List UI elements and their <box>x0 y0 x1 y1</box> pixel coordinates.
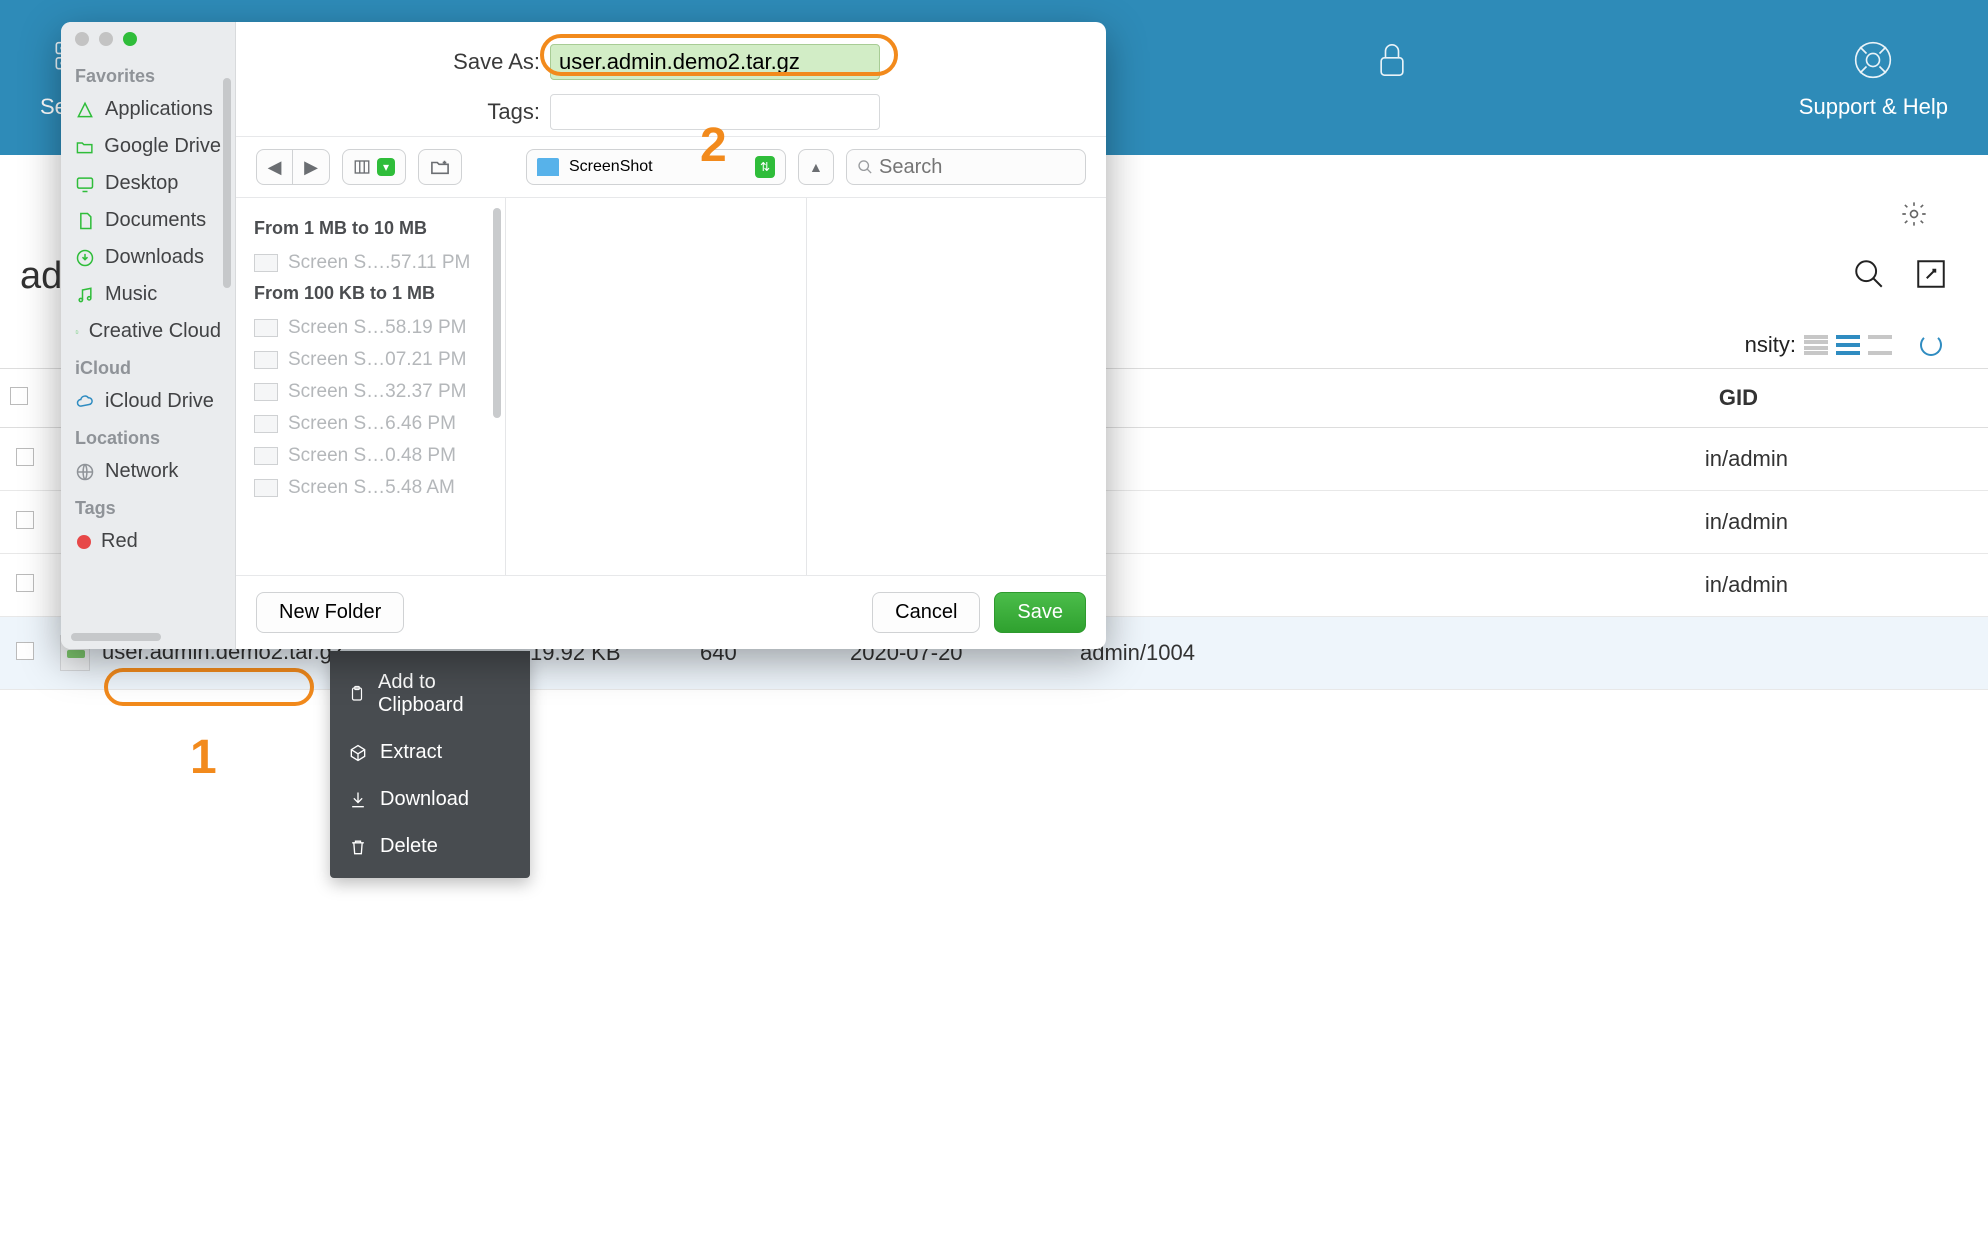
file-thumb-icon <box>254 383 278 401</box>
file-thumb-icon <box>254 254 278 272</box>
save-dialog: Favorites Applications Google Drive Desk… <box>61 22 1106 649</box>
reload-icon[interactable] <box>1920 334 1942 356</box>
sidebar-horizontal-scrollbar[interactable] <box>71 633 161 641</box>
nav-forward-button[interactable]: ▶ <box>293 150 329 184</box>
file-item[interactable]: Screen S…6.46 PM <box>236 408 505 440</box>
sidebar-item-icloud-drive[interactable]: iCloud Drive <box>61 383 235 420</box>
file-browser-columns: From 1 MB to 10 MB Screen S….57.11 PM Fr… <box>236 198 1106 575</box>
nav-back-forward: ◀ ▶ <box>256 149 330 185</box>
chevron-down-icon: ▾ <box>377 158 395 176</box>
context-menu: Add to Clipboard Extract Download Delete <box>330 651 530 878</box>
file-column-2[interactable] <box>506 198 807 575</box>
file-item[interactable]: Screen S…32.37 PM <box>236 376 505 408</box>
save-dialog-toolbar: ◀ ▶ ▾ ScreenShot ⇅ ▲ <box>236 136 1106 198</box>
file-thumb-icon <box>254 415 278 433</box>
menu-download[interactable]: Download <box>330 776 530 823</box>
save-as-label: Save As: <box>260 49 550 75</box>
cell-uidgid: admin/1004 <box>1070 617 1988 690</box>
file-item[interactable]: Screen S….57.11 PM <box>236 247 505 279</box>
location-name: ScreenShot <box>569 158 653 176</box>
columns-view-icon <box>353 158 371 176</box>
density-label: nsity: <box>1745 332 1796 358</box>
sidebar-item-music[interactable]: Music <box>61 276 235 313</box>
density-medium-button[interactable] <box>1836 335 1860 355</box>
nav-back-button[interactable]: ◀ <box>257 150 293 184</box>
sidebar-section-icloud: iCloud <box>61 350 235 383</box>
tag-dot-red-icon <box>77 535 91 549</box>
page-title: ad <box>20 255 62 298</box>
save-button[interactable]: Save <box>994 592 1086 633</box>
save-dialog-main: Save As: Tags: 2 ◀ ▶ ▾ <box>236 22 1106 649</box>
sidebar-section-locations: Locations <box>61 420 235 453</box>
file-column-1[interactable]: From 1 MB to 10 MB Screen S….57.11 PM Fr… <box>236 198 506 575</box>
search-input[interactable] <box>879 156 1075 179</box>
location-dropdown[interactable]: ScreenShot ⇅ <box>526 149 786 185</box>
sidebar-item-google-drive[interactable]: Google Drive <box>61 128 235 165</box>
menu-extract[interactable]: Extract <box>330 729 530 776</box>
sidebar-item-tag-red[interactable]: Red <box>61 523 235 560</box>
new-folder-icon-button[interactable] <box>418 149 462 185</box>
save-dialog-footer: New Folder Cancel Save <box>236 575 1106 649</box>
sidebar-item-applications[interactable]: Applications <box>61 91 235 128</box>
menu-add-to-clipboard[interactable]: Add to Clipboard <box>330 659 530 729</box>
file-item[interactable]: Screen S…5.48 AM <box>236 472 505 504</box>
view-mode-toggle[interactable]: ▾ <box>342 149 406 185</box>
window-traffic-lights <box>61 22 235 58</box>
nav-support-label: Support & Help <box>1799 94 1948 120</box>
file-thumb-icon <box>254 319 278 337</box>
folder-plus-icon <box>429 158 451 176</box>
file-group-header: From 1 MB to 10 MB <box>236 214 505 247</box>
window-minimize-icon[interactable] <box>99 32 113 46</box>
density-large-button[interactable] <box>1868 335 1892 355</box>
select-all-checkbox[interactable] <box>10 387 28 405</box>
sidebar-item-network[interactable]: Network <box>61 453 235 490</box>
row-checkbox[interactable] <box>16 448 34 466</box>
lifebuoy-icon <box>1845 36 1901 84</box>
window-zoom-icon[interactable] <box>123 32 137 46</box>
search-field-wrapper <box>846 149 1086 185</box>
sidebar-section-tags: Tags <box>61 490 235 523</box>
search-icon[interactable] <box>1852 257 1886 296</box>
window-close-icon[interactable] <box>75 32 89 46</box>
search-icon <box>857 158 873 176</box>
nav-mid-3[interactable] <box>1364 36 1420 120</box>
sidebar-vertical-scrollbar[interactable] <box>223 78 231 288</box>
row-checkbox[interactable] <box>16 511 34 529</box>
file-item[interactable]: Screen S…07.21 PM <box>236 344 505 376</box>
save-dialog-sidebar: Favorites Applications Google Drive Desk… <box>61 22 236 649</box>
folder-icon <box>537 158 559 176</box>
file-group-header: From 100 KB to 1 MB <box>236 279 505 312</box>
sidebar-item-documents[interactable]: Documents <box>61 202 235 239</box>
up-down-chevron-icon: ⇅ <box>755 156 775 178</box>
file-thumb-icon <box>254 479 278 497</box>
settings-gear-icon[interactable] <box>1900 200 1928 228</box>
nav-support[interactable]: Support & Help <box>1799 36 1948 120</box>
annotation-highlight-1 <box>104 668 314 706</box>
chevron-up-icon: ▲ <box>809 159 823 175</box>
cancel-button[interactable]: Cancel <box>872 592 980 633</box>
tags-label: Tags: <box>260 99 550 125</box>
sidebar-item-desktop[interactable]: Desktop <box>61 165 235 202</box>
sidebar-section-favorites: Favorites <box>61 58 235 91</box>
file-thumb-icon <box>254 351 278 369</box>
lock-icon <box>1364 36 1420 84</box>
density-compact-button[interactable] <box>1804 335 1828 355</box>
annotation-number-1: 1 <box>190 730 217 785</box>
menu-delete[interactable]: Delete <box>330 823 530 870</box>
annotation-highlight-2 <box>540 34 898 76</box>
file-item[interactable]: Screen S…0.48 PM <box>236 440 505 472</box>
row-checkbox[interactable] <box>16 642 34 660</box>
annotation-number-2: 2 <box>700 118 727 173</box>
save-as-section: Save As: Tags: 2 <box>236 22 1106 136</box>
new-folder-button[interactable]: New Folder <box>256 592 404 633</box>
file-item[interactable]: Screen S…58.19 PM <box>236 312 505 344</box>
file-column-3[interactable] <box>807 198 1107 575</box>
file-thumb-icon <box>254 447 278 465</box>
sidebar-item-downloads[interactable]: Downloads <box>61 239 235 276</box>
fullscreen-icon[interactable] <box>1914 257 1948 296</box>
row-checkbox[interactable] <box>16 574 34 592</box>
expand-toggle[interactable]: ▲ <box>798 149 834 185</box>
sidebar-item-creative-cloud[interactable]: Creative Cloud <box>61 313 235 350</box>
